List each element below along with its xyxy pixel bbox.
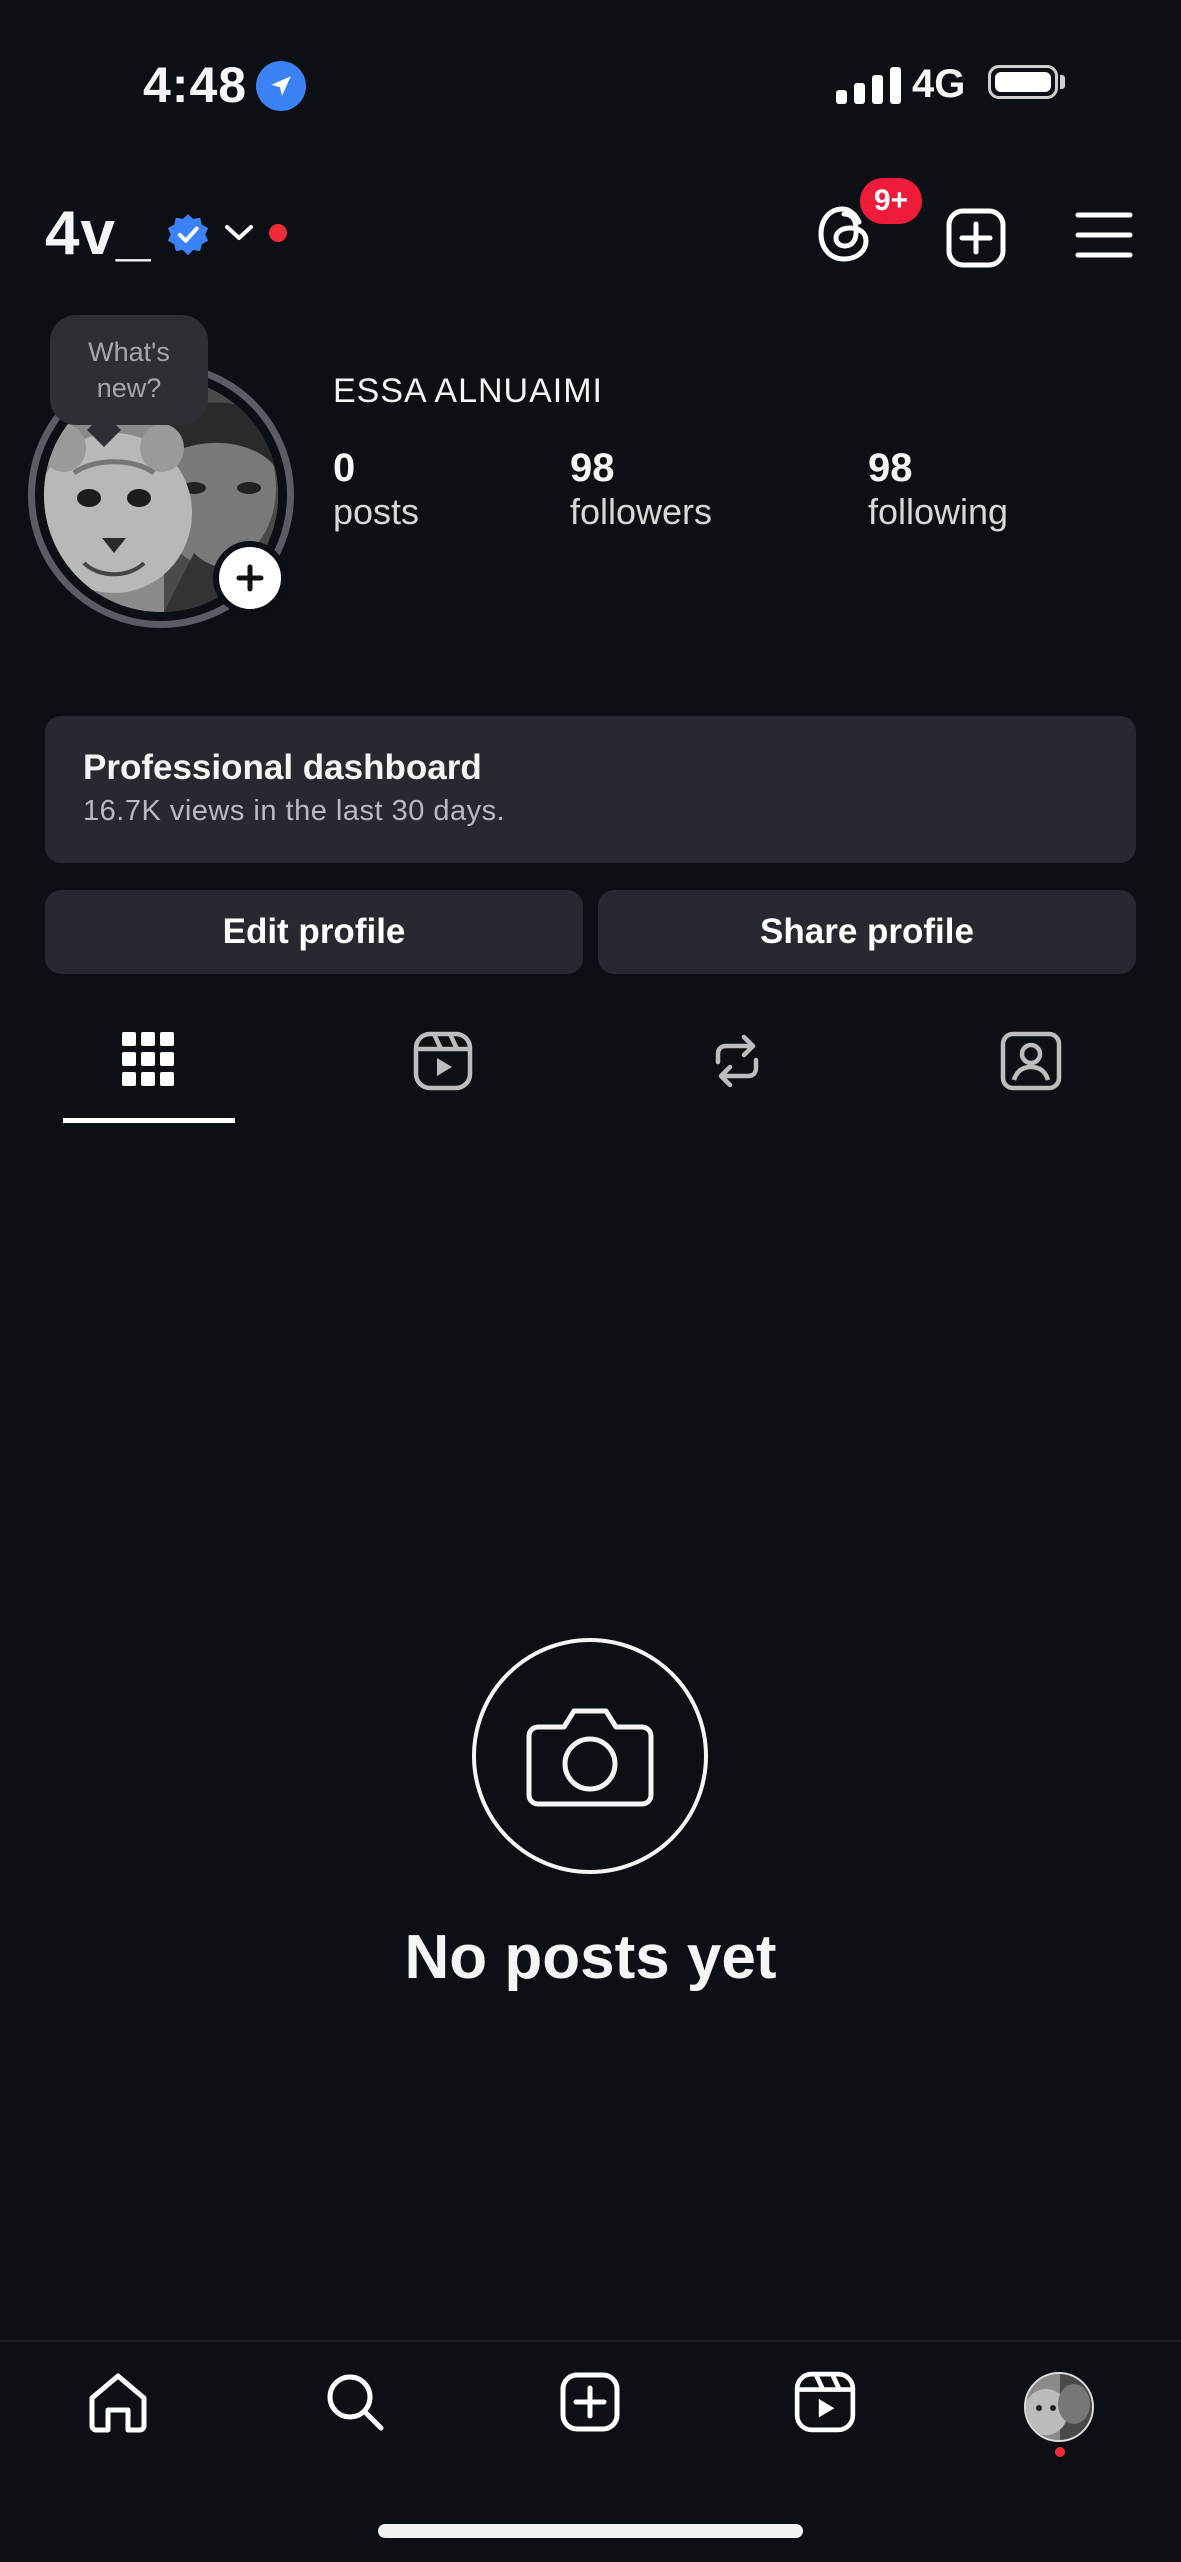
whats-new-note-bubble[interactable]: What's new? xyxy=(50,315,208,425)
display-name: ESSA ALNUAIMI xyxy=(333,372,603,410)
stat-following[interactable]: 98 following xyxy=(868,446,1008,533)
reposts-tab-icon[interactable] xyxy=(706,1030,768,1092)
chevron-down-icon[interactable] xyxy=(222,222,256,244)
share-profile-button[interactable]: Share profile xyxy=(598,890,1136,974)
account-notification-dot xyxy=(269,224,287,242)
edit-profile-button[interactable]: Edit profile xyxy=(45,890,583,974)
location-arrow-icon xyxy=(256,61,306,111)
tagged-tab-icon[interactable] xyxy=(999,1030,1063,1092)
status-time: 4:48 xyxy=(143,57,248,113)
stat-label: posts xyxy=(333,491,420,532)
whats-new-text: What's new? xyxy=(88,337,170,403)
stat-followers[interactable]: 98 followers xyxy=(570,446,712,533)
profile-notification-dot xyxy=(1055,2447,1065,2457)
home-icon[interactable] xyxy=(86,2370,150,2434)
stat-label: following xyxy=(868,491,1009,532)
stat-value: 98 xyxy=(868,446,913,490)
notification-badge: 9+ xyxy=(860,178,922,224)
create-icon[interactable] xyxy=(558,2370,622,2434)
profile-avatar[interactable] xyxy=(1024,2372,1094,2442)
hamburger-menu-icon[interactable] xyxy=(1075,210,1133,260)
network-type: 4G xyxy=(912,62,966,106)
battery-tip xyxy=(1060,75,1065,89)
stat-label: followers xyxy=(570,491,713,532)
cellular-signal-icon xyxy=(836,66,901,104)
profile-username[interactable]: 4v_ xyxy=(45,198,151,269)
camera-icon xyxy=(526,1708,654,1807)
stat-posts[interactable]: 0 posts xyxy=(333,446,419,533)
professional-dashboard-card[interactable] xyxy=(45,716,1136,863)
create-plus-icon[interactable] xyxy=(944,206,1008,270)
camera-circle xyxy=(472,1638,708,1874)
dashboard-title: Professional dashboard xyxy=(83,748,482,787)
stat-value: 0 xyxy=(333,446,356,490)
reels-icon[interactable] xyxy=(793,2370,857,2434)
add-story-button[interactable] xyxy=(213,541,287,615)
grid-tab-icon[interactable] xyxy=(120,1030,176,1088)
stat-value: 98 xyxy=(570,446,615,490)
home-indicator[interactable] xyxy=(378,2524,803,2538)
no-posts-text: No posts yet xyxy=(404,1923,777,1992)
reels-tab-icon[interactable] xyxy=(412,1030,474,1092)
dashboard-subtitle: 16.7K views in the last 30 days. xyxy=(83,795,506,827)
battery-icon xyxy=(988,65,1058,99)
active-tab-indicator xyxy=(63,1118,235,1123)
search-icon[interactable] xyxy=(323,2370,387,2434)
verified-badge-icon xyxy=(165,212,211,258)
